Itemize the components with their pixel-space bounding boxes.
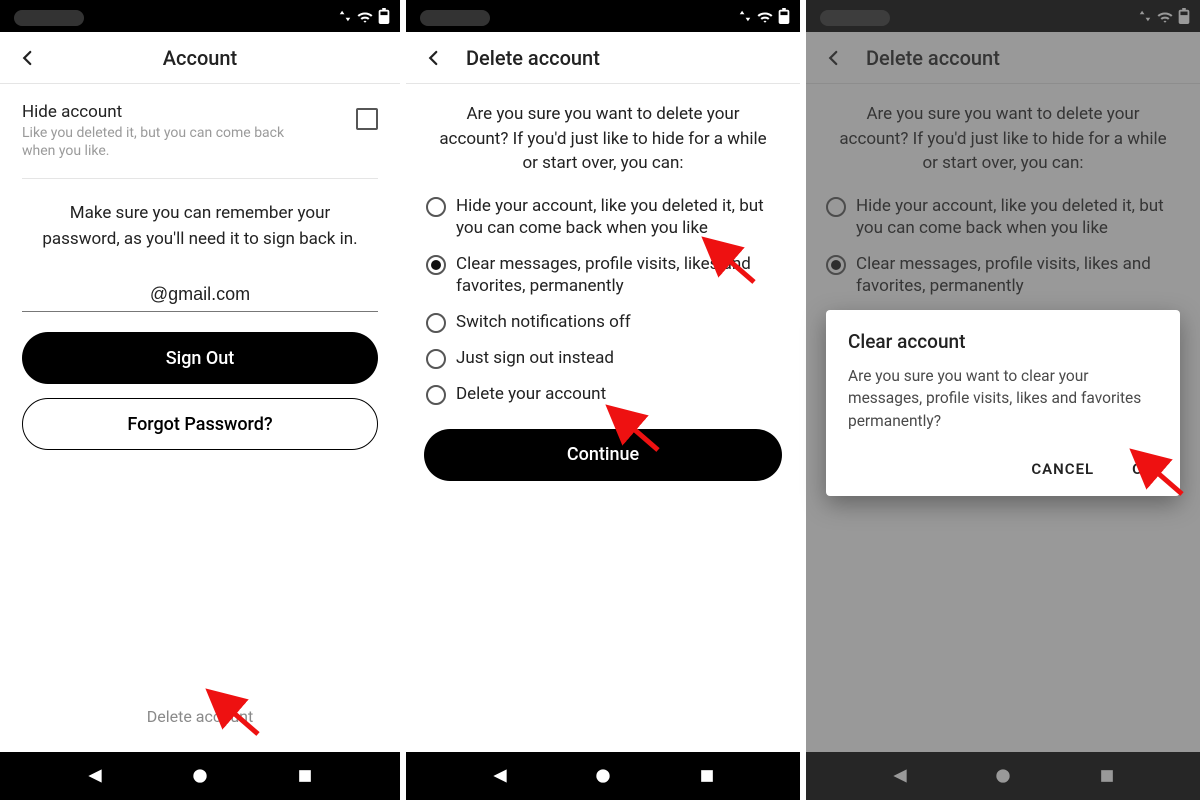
status-bar — [406, 0, 800, 32]
password-reminder-text: Make sure you can remember your password… — [22, 201, 378, 252]
delete-account-link[interactable]: Delete account — [22, 707, 378, 726]
nav-bar: Account — [0, 32, 400, 84]
options-list: Hide your account, like you deleted it, … — [406, 188, 800, 413]
chevron-left-icon — [825, 49, 843, 67]
screen-clear-dialog: Delete account Are you sure you want to … — [800, 0, 1200, 800]
battery-icon — [778, 8, 790, 24]
option-label: Clear messages, profile visits, likes an… — [856, 253, 1180, 297]
delete-question-text: Are you sure you want to delete your acc… — [406, 84, 800, 188]
wifi-icon — [1156, 9, 1174, 23]
radio-icon — [426, 197, 446, 217]
radio-icon — [426, 255, 446, 275]
status-bar — [0, 0, 400, 32]
clear-account-dialog: Clear account Are you sure you want to c… — [826, 310, 1180, 496]
option-notifications-off[interactable]: Switch notifications off — [424, 304, 782, 340]
nav-back-icon[interactable] — [490, 766, 510, 786]
hide-account-subtitle: Like you deleted it, but you can come ba… — [22, 124, 302, 160]
sign-out-button[interactable]: Sign Out — [22, 332, 378, 384]
chevron-left-icon — [425, 49, 443, 67]
nav-home-icon[interactable] — [993, 766, 1013, 786]
option-hide[interactable]: Hide your account, like you deleted it, … — [824, 188, 1182, 246]
wifi-icon — [756, 9, 774, 23]
continue-button[interactable]: Continue — [424, 429, 782, 481]
page-title: Account — [0, 46, 400, 70]
status-blackout — [820, 10, 890, 26]
delete-question-text: Are you sure you want to delete your acc… — [806, 84, 1200, 188]
android-nav-bar — [806, 752, 1200, 800]
dialog-title: Clear account — [848, 330, 1158, 353]
hide-account-checkbox[interactable] — [356, 108, 378, 130]
dialog-ok-button[interactable]: OK — [1128, 454, 1158, 484]
radio-icon — [826, 255, 846, 275]
page-title: Delete account — [466, 46, 600, 70]
dialog-cancel-button[interactable]: CANCEL — [1027, 454, 1098, 484]
nav-bar: Delete account — [806, 32, 1200, 84]
android-nav-bar — [406, 752, 800, 800]
option-clear[interactable]: Clear messages, profile visits, likes an… — [824, 246, 1182, 304]
option-label: Just sign out instead — [456, 347, 614, 369]
status-blackout — [14, 10, 84, 26]
data-updown-icon — [338, 9, 352, 23]
battery-icon — [1178, 8, 1190, 24]
nav-recent-icon[interactable] — [295, 766, 315, 786]
hide-account-title: Hide account — [22, 102, 302, 122]
nav-back-icon[interactable] — [85, 766, 105, 786]
chevron-left-icon — [19, 49, 37, 67]
nav-home-icon[interactable] — [593, 766, 613, 786]
battery-icon — [378, 8, 390, 24]
screen-account: Account Hide account Like you deleted it… — [0, 0, 400, 800]
dialog-message: Are you sure you want to clear your mess… — [848, 365, 1158, 432]
radio-icon — [426, 349, 446, 369]
android-nav-bar — [0, 752, 400, 800]
option-clear[interactable]: Clear messages, profile visits, likes an… — [424, 246, 782, 304]
hide-account-row[interactable]: Hide account Like you deleted it, but yo… — [22, 102, 378, 179]
nav-bar: Delete account — [406, 32, 800, 84]
option-hide[interactable]: Hide your account, like you deleted it, … — [424, 188, 782, 246]
status-bar — [806, 0, 1200, 32]
radio-icon — [826, 197, 846, 217]
option-label: Clear messages, profile visits, likes an… — [456, 253, 780, 297]
nav-recent-icon[interactable] — [1097, 766, 1117, 786]
option-label: Hide your account, like you deleted it, … — [856, 195, 1180, 239]
screen-delete-options: Delete account Are you sure you want to … — [400, 0, 800, 800]
back-button[interactable] — [0, 49, 56, 67]
forgot-password-button[interactable]: Forgot Password? — [22, 398, 378, 450]
nav-recent-icon[interactable] — [697, 766, 717, 786]
option-label: Switch notifications off — [456, 311, 631, 333]
option-label: Delete your account — [456, 383, 606, 405]
data-updown-icon — [738, 9, 752, 23]
email-field[interactable] — [22, 278, 378, 312]
nav-home-icon[interactable] — [190, 766, 210, 786]
option-delete[interactable]: Delete your account — [424, 376, 782, 412]
option-label: Hide your account, like you deleted it, … — [456, 195, 780, 239]
status-blackout — [420, 10, 490, 26]
radio-icon — [426, 313, 446, 333]
radio-icon — [426, 385, 446, 405]
nav-back-icon[interactable] — [890, 766, 910, 786]
option-sign-out[interactable]: Just sign out instead — [424, 340, 782, 376]
data-updown-icon — [1138, 9, 1152, 23]
wifi-icon — [356, 9, 374, 23]
back-button[interactable] — [806, 49, 862, 67]
back-button[interactable] — [406, 49, 462, 67]
page-title: Delete account — [866, 46, 1000, 70]
